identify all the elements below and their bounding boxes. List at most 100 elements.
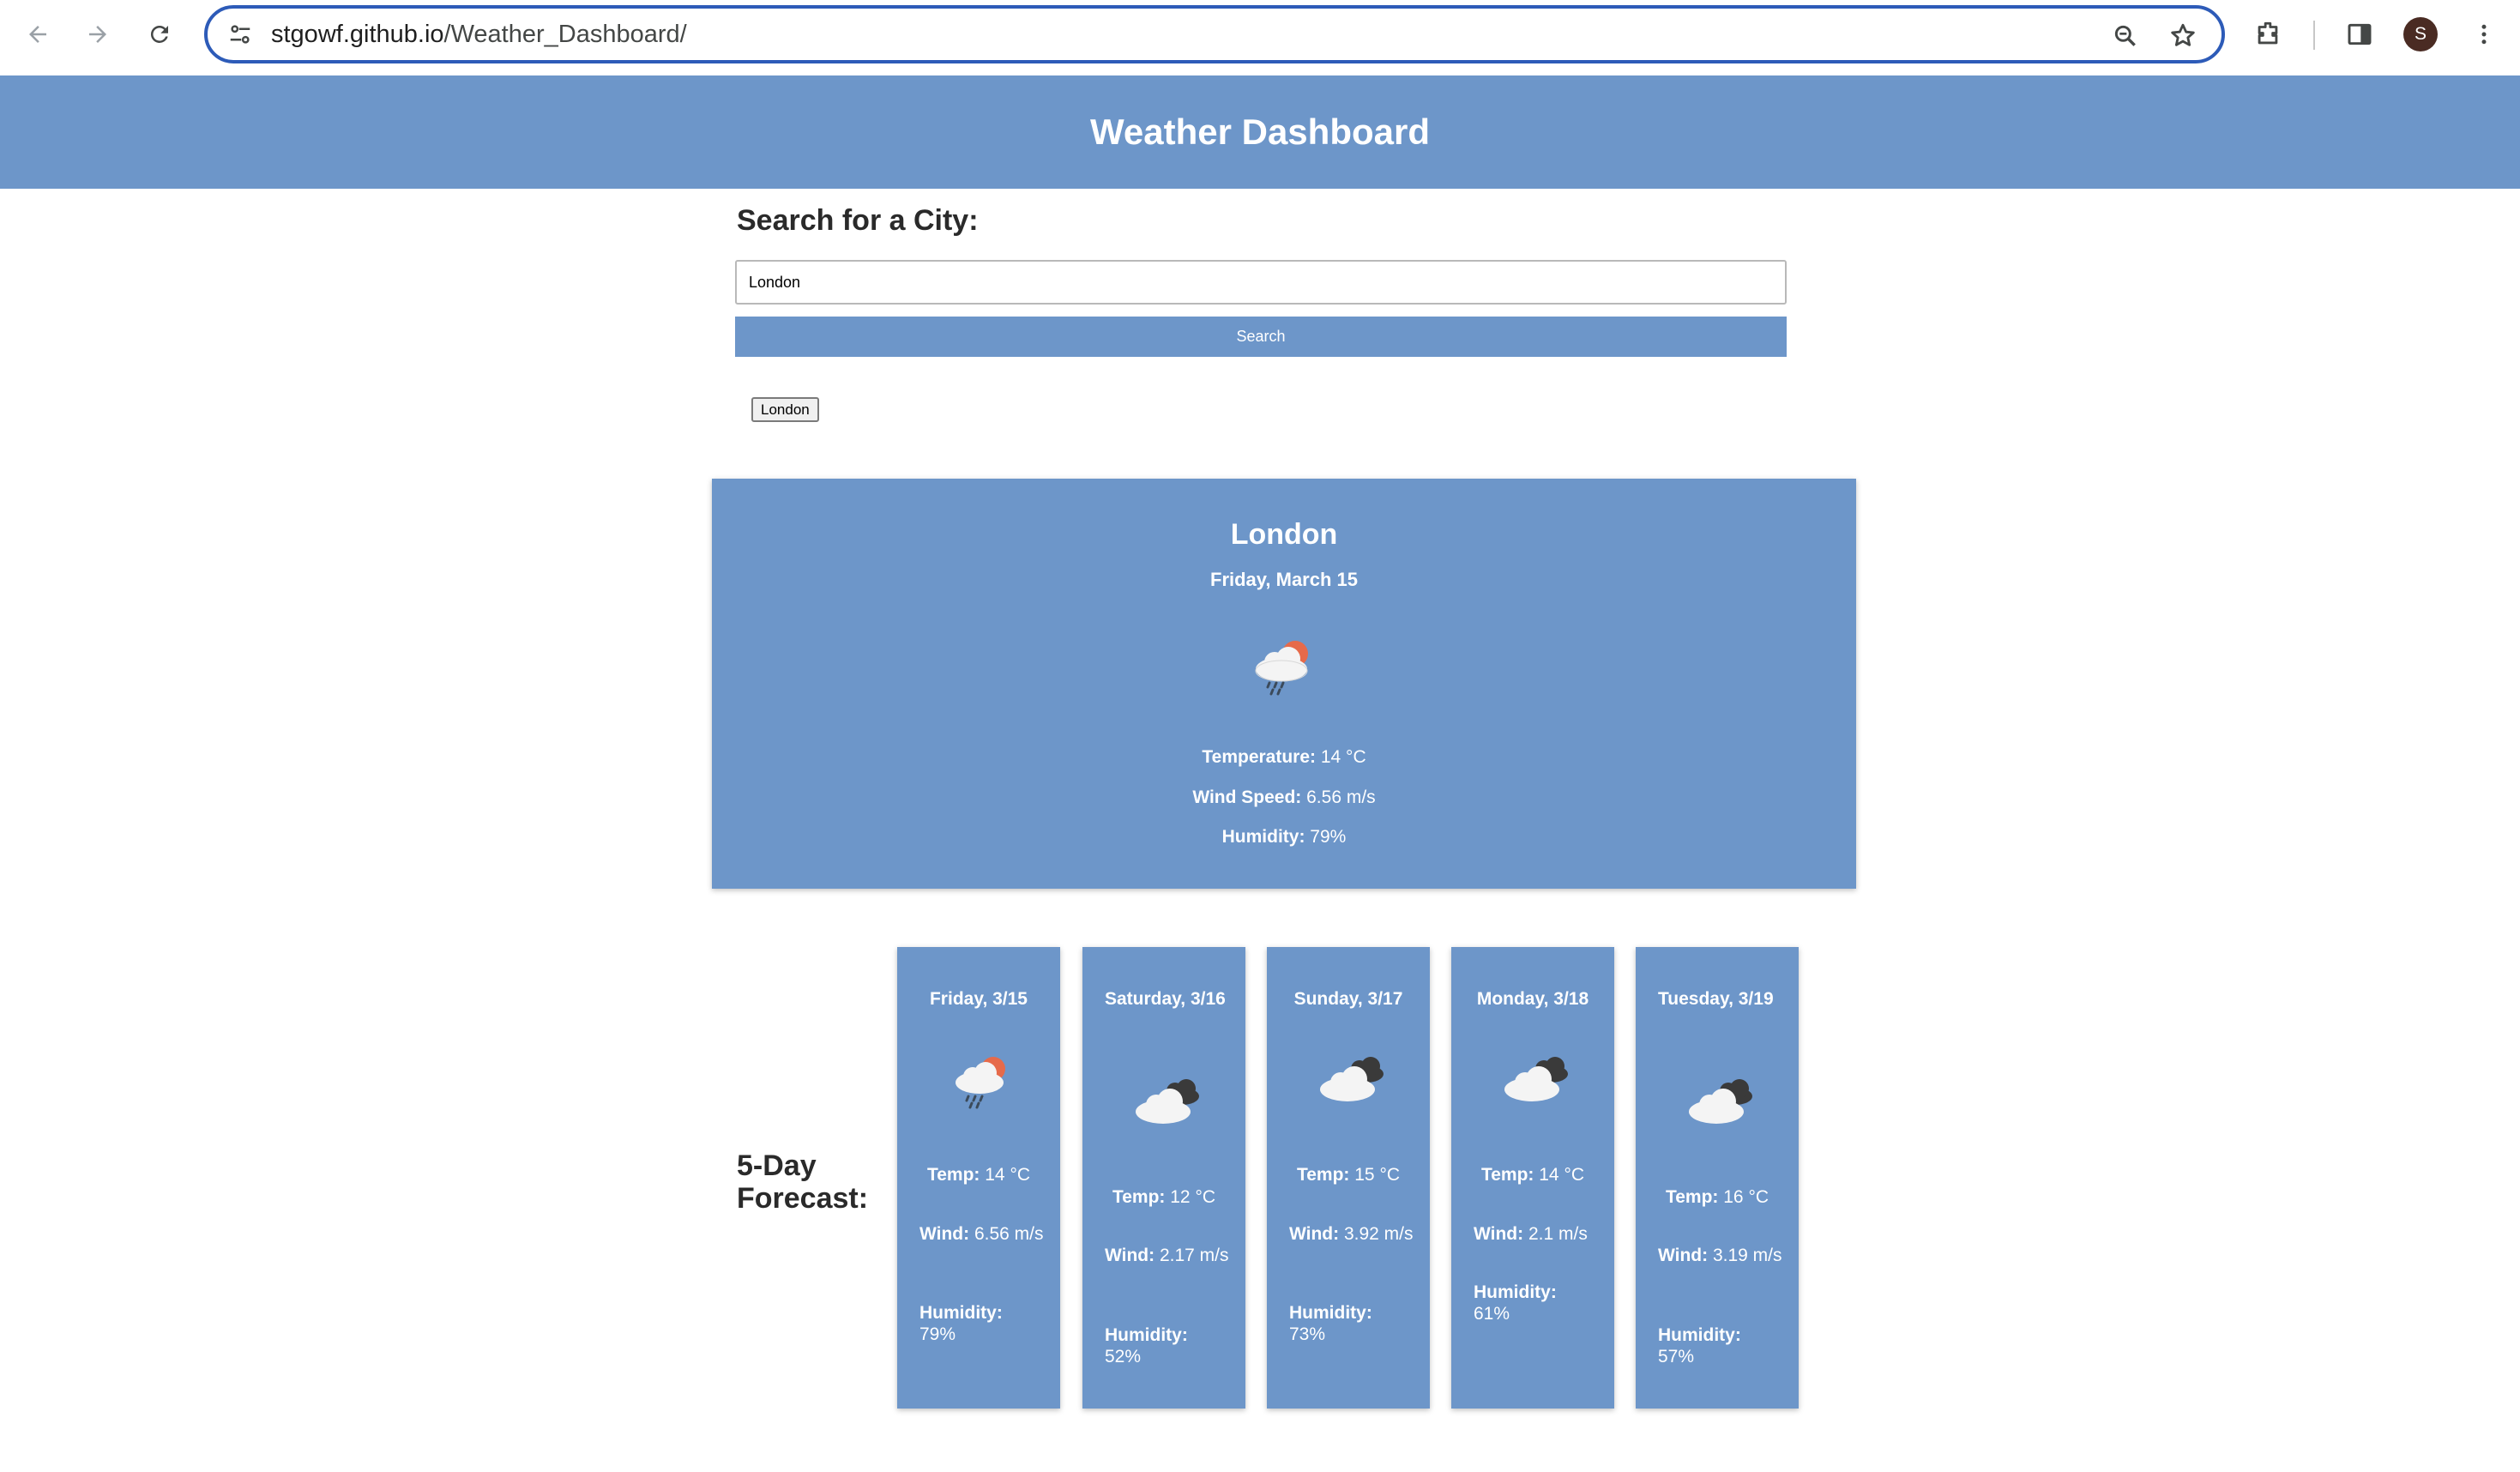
wind-value: 3.92 m/s xyxy=(1339,1224,1414,1244)
wind-value: 2.17 m/s xyxy=(1154,1246,1229,1265)
forecast-heading-line1: 5-Day xyxy=(737,1149,817,1182)
humidity-label: Humidity: xyxy=(1474,1282,1557,1302)
forecast-date: Tuesday, 3/19 xyxy=(1658,989,1774,1009)
url-path: /Weather_Dashboard/ xyxy=(443,21,687,48)
profile-avatar[interactable]: S xyxy=(2403,17,2438,51)
zoom-icon[interactable] xyxy=(2108,19,2143,53)
current-city: London xyxy=(1230,518,1338,551)
forecast-wind: Wind: 3.19 m/s xyxy=(1658,1245,1788,1266)
humidity-value: 79% xyxy=(1305,827,1347,847)
wind-label: Wind: xyxy=(919,1224,970,1244)
forecast-card: Monday, 3/18 Temp: 14 °C Wind: 2.1 m/s H… xyxy=(1451,947,1614,1409)
forecast-heading-line2: Forecast: xyxy=(737,1182,869,1215)
forecast-temp: Temp: 16 °C xyxy=(1636,1187,1799,1208)
url-host: stgowf.github.io xyxy=(271,21,444,48)
wind-value: 6.56 m/s xyxy=(969,1224,1044,1244)
back-arrow-icon xyxy=(29,26,46,43)
temp-label: Temp: xyxy=(1480,1165,1534,1185)
forecast-date: Sunday, 3/17 xyxy=(1293,989,1403,1009)
extensions-icon[interactable] xyxy=(2249,15,2287,53)
forecast-wind: Wind: 2.1 m/s xyxy=(1474,1223,1604,1245)
history-city-button[interactable]: London xyxy=(751,397,819,422)
forecast-card: Sunday, 3/17 Temp: 15 °C Wind: 3.92 m/s … xyxy=(1267,947,1430,1409)
temp-label: Temp: xyxy=(1665,1187,1719,1207)
wind-label: Wind Speed: xyxy=(1192,787,1302,807)
forecast-temp: Temp: 15 °C xyxy=(1267,1165,1430,1185)
temperature-value: 14 °C xyxy=(1316,747,1366,767)
humidity-label: Humidity: xyxy=(1658,1325,1741,1345)
forecast-temp: Temp: 14 °C xyxy=(897,1165,1060,1185)
wind-value: 6.56 m/s xyxy=(1301,787,1376,807)
humidity-value: 79% xyxy=(919,1324,956,1344)
forecast-humidity: Humidity: 52% xyxy=(1105,1324,1235,1367)
forecast-card: Tuesday, 3/19 Temp: 16 °C Wind: 3.19 m/s… xyxy=(1636,947,1799,1409)
cloudy-icon xyxy=(1494,1048,1577,1117)
temp-label: Temp: xyxy=(1296,1165,1350,1185)
reload-icon xyxy=(150,25,168,43)
forecast-temp: Temp: 14 °C xyxy=(1451,1165,1614,1185)
forecast-date: Monday, 3/18 xyxy=(1476,989,1589,1009)
forecast-humidity: Humidity: 61% xyxy=(1474,1282,1604,1324)
bookmark-star-icon[interactable] xyxy=(2166,19,2200,53)
temp-value: 14 °C xyxy=(1534,1165,1585,1185)
search-label: Search for a City: xyxy=(737,204,979,237)
wind-label: Wind: xyxy=(1658,1246,1709,1265)
reload-button[interactable] xyxy=(141,15,178,53)
temp-value: 15 °C xyxy=(1349,1165,1401,1185)
temp-label: Temp: xyxy=(1112,1187,1166,1207)
site-info-icon[interactable] xyxy=(225,19,256,50)
forecast-wind: Wind: 2.17 m/s xyxy=(1105,1245,1235,1266)
temp-value: 16 °C xyxy=(1718,1187,1769,1207)
wind-label: Wind: xyxy=(1474,1224,1524,1244)
wind-value: 3.19 m/s xyxy=(1708,1246,1782,1265)
browser-toolbar: stgowf.github.io/Weather_Dashboard/ S xyxy=(0,0,2520,75)
forecast-humidity: Humidity: 73% xyxy=(1289,1302,1420,1345)
page-title: Weather Dashboard xyxy=(1090,112,1430,152)
page-header: Weather Dashboard xyxy=(0,75,2520,189)
temp-value: 14 °C xyxy=(980,1165,1031,1185)
back-button[interactable] xyxy=(19,15,57,53)
forecast-heading: 5-Day Forecast: xyxy=(737,1149,868,1215)
humidity-value: 57% xyxy=(1658,1347,1695,1366)
url-text: stgowf.github.io/Weather_Dashboard/ xyxy=(271,21,687,49)
humidity-label: Humidity: xyxy=(1221,827,1305,847)
current-temperature: Temperature: 14 °C xyxy=(712,747,1856,768)
humidity-value: 73% xyxy=(1289,1324,1326,1344)
forecast-date: Friday, 3/15 xyxy=(929,989,1028,1009)
city-search-input[interactable] xyxy=(735,260,1787,305)
forward-button[interactable] xyxy=(79,15,117,53)
temperature-label: Temperature: xyxy=(1202,747,1317,767)
forecast-wind: Wind: 6.56 m/s xyxy=(919,1223,1050,1245)
temp-value: 12 °C xyxy=(1165,1187,1216,1207)
humidity-label: Humidity: xyxy=(919,1303,1003,1323)
address-bar[interactable]: stgowf.github.io/Weather_Dashboard/ xyxy=(204,5,2225,63)
forward-arrow-icon xyxy=(89,26,106,43)
cloudy-icon xyxy=(1679,1071,1761,1139)
cloud-sun-rain-icon xyxy=(940,1048,1022,1117)
current-date: Friday, March 15 xyxy=(1210,569,1358,590)
wind-label: Wind: xyxy=(1105,1246,1155,1265)
side-panel-icon[interactable] xyxy=(2341,15,2378,53)
forecast-temp: Temp: 12 °C xyxy=(1082,1187,1245,1208)
forecast-humidity: Humidity: 79% xyxy=(919,1302,1050,1345)
cloud-sun-rain-icon xyxy=(1245,630,1323,707)
wind-value: 2.1 m/s xyxy=(1523,1224,1588,1244)
humidity-label: Humidity: xyxy=(1105,1325,1188,1345)
forecast-humidity: Humidity: 57% xyxy=(1658,1324,1788,1367)
toolbar-divider xyxy=(2313,21,2315,50)
cloudy-icon xyxy=(1125,1071,1208,1139)
humidity-label: Humidity: xyxy=(1289,1303,1372,1323)
current-weather-card: London Friday, March 15 Temperature: 14 … xyxy=(712,479,1856,889)
menu-kebab-icon[interactable] xyxy=(2465,15,2503,53)
forecast-wind: Wind: 3.92 m/s xyxy=(1289,1223,1420,1245)
temp-label: Temp: xyxy=(926,1165,980,1185)
forecast-card: Saturday, 3/16 Temp: 12 °C Wind: 2.17 m/… xyxy=(1082,947,1245,1409)
cloudy-icon xyxy=(1310,1048,1392,1117)
humidity-value: 61% xyxy=(1474,1304,1510,1324)
search-button[interactable]: Search xyxy=(735,317,1787,357)
forecast-card: Friday, 3/15 Temp: 14 °C Wind: 6.56 m/s … xyxy=(897,947,1060,1409)
wind-label: Wind: xyxy=(1289,1224,1340,1244)
forecast-date: Saturday, 3/16 xyxy=(1105,989,1226,1009)
current-humidity: Humidity: 79% xyxy=(712,827,1856,848)
humidity-value: 52% xyxy=(1105,1347,1142,1366)
